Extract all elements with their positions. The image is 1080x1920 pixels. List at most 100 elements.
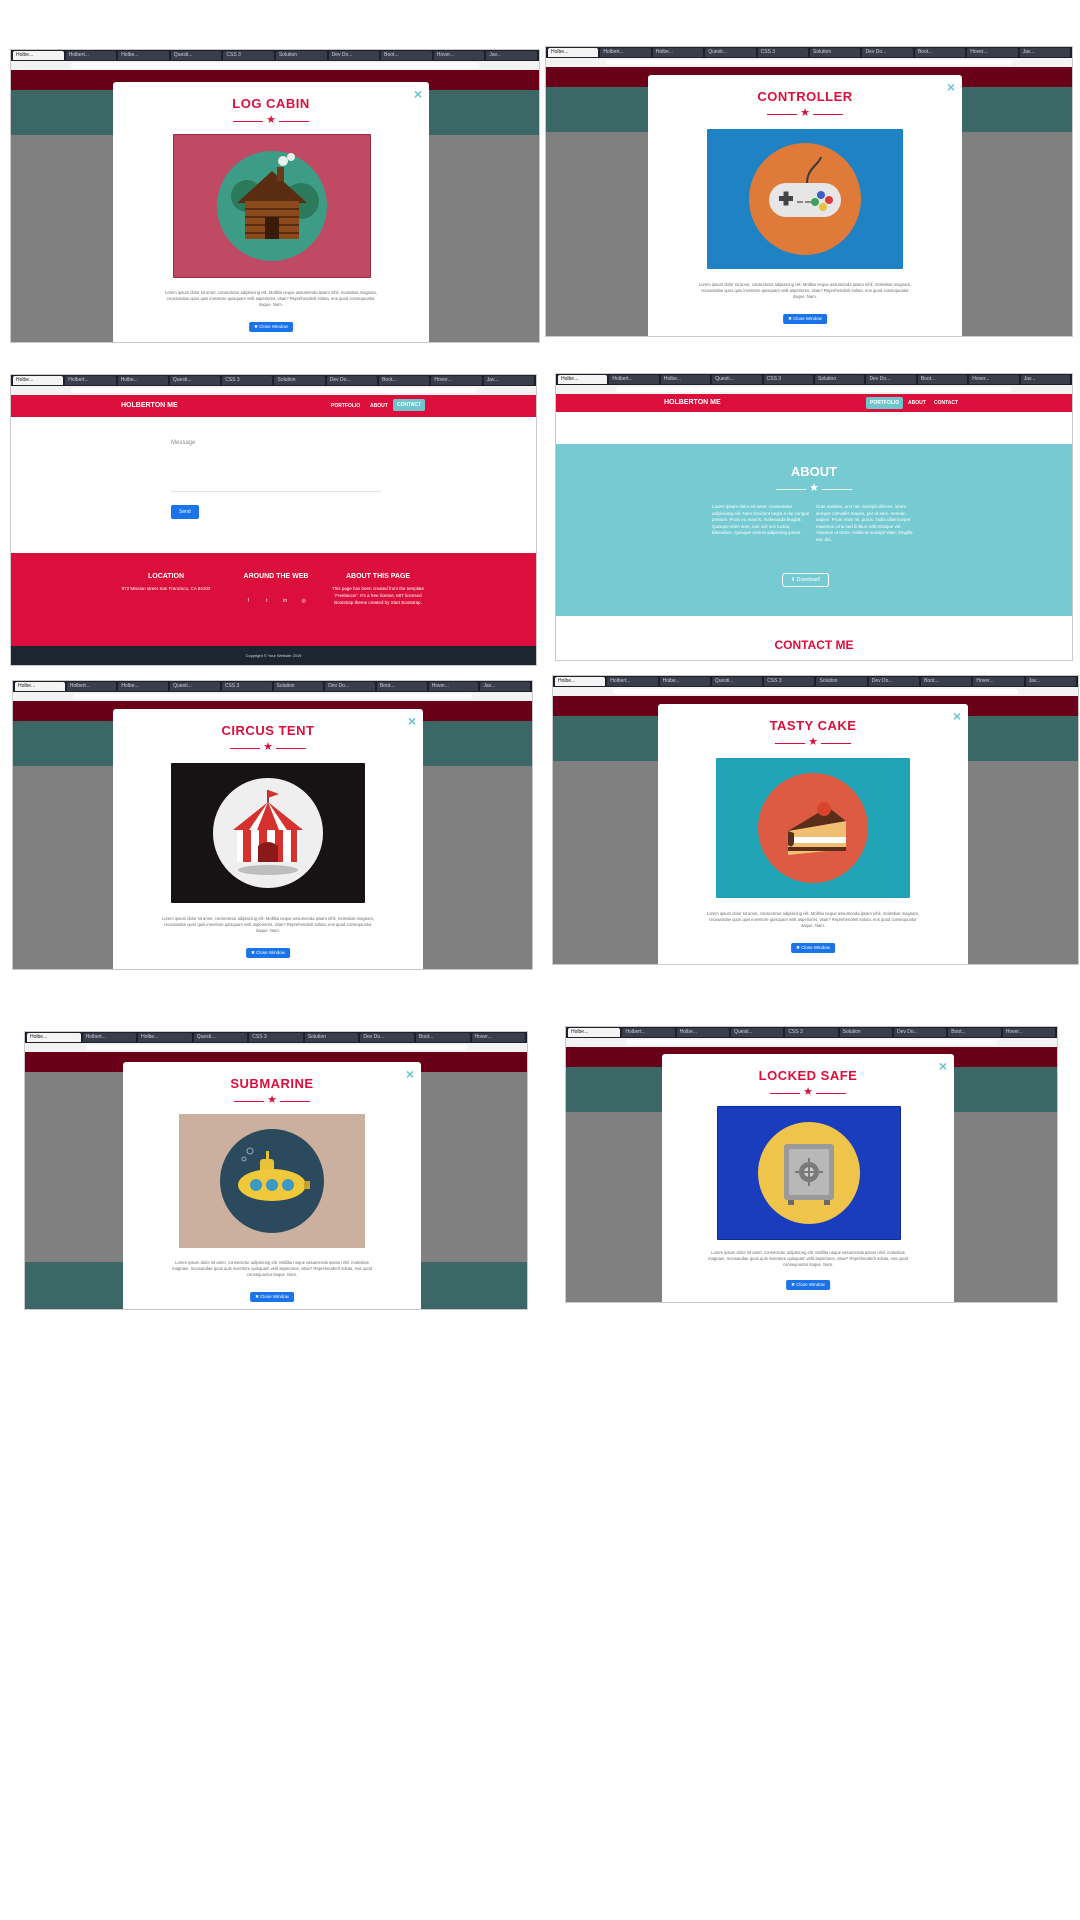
browser-tab[interactable]: Holbe... bbox=[117, 376, 168, 385]
browser-tab[interactable]: Hover... bbox=[471, 1033, 526, 1042]
send-button[interactable]: Send bbox=[171, 505, 199, 519]
twitter-icon[interactable]: t bbox=[263, 597, 271, 605]
browser-tab[interactable]: CSS 3 bbox=[249, 1033, 303, 1042]
browser-tab[interactable]: Holbe... bbox=[660, 375, 711, 384]
browser-tab[interactable]: Boot... bbox=[381, 51, 432, 60]
browser-tab[interactable]: Hover... bbox=[428, 682, 479, 691]
browser-tab[interactable]: Dev Do... bbox=[325, 682, 375, 691]
url-field[interactable] bbox=[85, 1045, 467, 1050]
browser-tab[interactable]: Jav... bbox=[483, 376, 534, 385]
browser-tab[interactable]: Hover... bbox=[967, 48, 1018, 57]
browser-tab[interactable]: Jav... bbox=[1025, 677, 1076, 686]
browser-tab[interactable]: Hover... bbox=[1002, 1028, 1055, 1037]
browser-tab[interactable]: Jav... bbox=[486, 51, 537, 60]
browser-tab[interactable]: Dev Do... bbox=[360, 1033, 414, 1042]
browser-tab[interactable]: CSS 3 bbox=[763, 375, 814, 384]
site-brand[interactable]: HOLBERTON ME bbox=[121, 402, 178, 409]
nav-about[interactable]: ABOUT bbox=[908, 400, 926, 406]
browser-tab[interactable]: Solution bbox=[815, 375, 865, 384]
browser-tab[interactable]: Holbe... bbox=[558, 375, 608, 384]
browser-tab[interactable]: Solution bbox=[816, 677, 867, 686]
close-window-button[interactable]: ✖ Close Window bbox=[250, 1292, 294, 1302]
browser-tab[interactable]: Boot... bbox=[917, 375, 968, 384]
browser-tab[interactable]: CSS 3 bbox=[222, 376, 273, 385]
browser-tab[interactable]: Holbe... bbox=[15, 682, 65, 691]
browser-tab[interactable]: Solution bbox=[274, 376, 325, 385]
nav-contact[interactable]: CONTACT bbox=[393, 399, 426, 411]
close-window-button[interactable]: ✖ Close Window bbox=[786, 1280, 830, 1290]
browser-tab[interactable]: Holbert... bbox=[65, 51, 117, 60]
browser-tab[interactable]: CSS 3 bbox=[223, 51, 274, 60]
browser-tab[interactable]: Holbe... bbox=[138, 1033, 192, 1042]
browser-tab[interactable]: Questi... bbox=[170, 51, 222, 60]
download-button[interactable]: ⬇ Download! bbox=[782, 573, 830, 587]
browser-tab[interactable]: Holbe... bbox=[659, 677, 710, 686]
browser-tab[interactable]: Holbe... bbox=[555, 677, 606, 686]
url-field[interactable] bbox=[613, 689, 1018, 694]
nav-portfolio[interactable]: PORTFOLIO bbox=[866, 397, 904, 409]
browser-tab[interactable]: Solution bbox=[304, 1033, 359, 1042]
nav-about[interactable]: ABOUT bbox=[370, 403, 388, 409]
browser-tab[interactable]: Dev Do... bbox=[866, 375, 916, 384]
browser-tab[interactable]: Questi... bbox=[711, 677, 763, 686]
browser-tab[interactable]: Holbert... bbox=[607, 677, 658, 686]
browser-tab[interactable]: CSS 3 bbox=[764, 677, 815, 686]
browser-tab[interactable]: Boot... bbox=[914, 48, 966, 57]
browser-tab[interactable]: Boot... bbox=[921, 677, 972, 686]
browser-tab[interactable]: Solution bbox=[275, 51, 327, 60]
browser-tab[interactable]: Holbert... bbox=[609, 375, 659, 384]
nav-contact[interactable]: CONTACT bbox=[934, 400, 958, 406]
browser-tab[interactable]: Holbe... bbox=[27, 1033, 81, 1042]
browser-tab[interactable]: CSS 3 bbox=[785, 1028, 838, 1037]
url-field[interactable] bbox=[606, 60, 1012, 65]
browser-tab[interactable]: Dev Do... bbox=[862, 48, 913, 57]
browser-tab[interactable]: Holbert... bbox=[600, 48, 651, 57]
browser-tab[interactable]: Holbert... bbox=[66, 682, 117, 691]
close-window-button[interactable]: ✖ Close Window bbox=[783, 314, 827, 324]
browser-tab[interactable]: Holbe... bbox=[568, 1028, 621, 1037]
browser-tab[interactable]: Holbe... bbox=[13, 376, 64, 385]
browser-tab[interactable]: Dev Do... bbox=[326, 376, 378, 385]
browser-tab[interactable]: Holbe... bbox=[118, 682, 169, 691]
site-brand[interactable]: HOLBERTON ME bbox=[664, 399, 721, 406]
browser-tab[interactable]: Jav... bbox=[480, 682, 531, 691]
browser-tab[interactable]: Holbert... bbox=[622, 1028, 675, 1037]
browser-tab[interactable]: Dev Do... bbox=[328, 51, 380, 60]
browser-tab[interactable]: Questi... bbox=[705, 48, 756, 57]
browser-tab[interactable]: CSS 3 bbox=[221, 682, 272, 691]
close-window-button[interactable]: ✖ Close Window bbox=[791, 943, 835, 953]
browser-tab[interactable]: Solution bbox=[839, 1028, 892, 1037]
browser-tab[interactable]: Questi... bbox=[169, 376, 221, 385]
browser-tab[interactable]: Solution bbox=[810, 48, 861, 57]
browser-tab[interactable]: Holbe... bbox=[548, 48, 599, 57]
message-field[interactable]: Message bbox=[171, 431, 381, 492]
browser-tab[interactable]: Hover... bbox=[969, 375, 1019, 384]
url-field[interactable] bbox=[71, 388, 476, 393]
browser-tab[interactable]: Boot... bbox=[948, 1028, 1001, 1037]
browser-tab[interactable]: Holbert... bbox=[82, 1033, 137, 1042]
url-field[interactable] bbox=[616, 387, 1012, 392]
browser-tab[interactable]: Hover... bbox=[433, 51, 485, 60]
browser-tab[interactable]: Boot... bbox=[379, 376, 430, 385]
browser-tab[interactable]: Boot... bbox=[415, 1033, 470, 1042]
browser-tab[interactable]: Questi... bbox=[193, 1033, 248, 1042]
url-field[interactable] bbox=[71, 63, 479, 68]
browser-tab[interactable]: Solution bbox=[273, 682, 324, 691]
linkedin-icon[interactable]: in bbox=[281, 597, 289, 605]
dribbble-icon[interactable]: ◎ bbox=[300, 597, 308, 605]
url-field[interactable] bbox=[626, 1040, 997, 1045]
browser-tab[interactable]: Jav... bbox=[1020, 375, 1071, 384]
browser-tab[interactable]: Boot... bbox=[376, 682, 427, 691]
browser-tab[interactable]: Questi... bbox=[730, 1028, 784, 1037]
close-window-button[interactable]: ✖ Close Window bbox=[246, 948, 290, 958]
browser-tab[interactable]: Dev Do... bbox=[893, 1028, 947, 1037]
browser-tab[interactable]: Holbe... bbox=[676, 1028, 729, 1037]
browser-tab[interactable]: Dev Do... bbox=[868, 677, 920, 686]
browser-tab[interactable]: Holbert... bbox=[65, 376, 116, 385]
browser-tab[interactable]: Holbe... bbox=[118, 51, 169, 60]
browser-tab[interactable]: Questi... bbox=[170, 682, 220, 691]
browser-tab[interactable]: CSS 3 bbox=[757, 48, 809, 57]
browser-tab[interactable]: Hover... bbox=[973, 677, 1024, 686]
facebook-icon[interactable]: f bbox=[244, 597, 252, 605]
browser-tab[interactable]: Jav... bbox=[1019, 48, 1071, 57]
